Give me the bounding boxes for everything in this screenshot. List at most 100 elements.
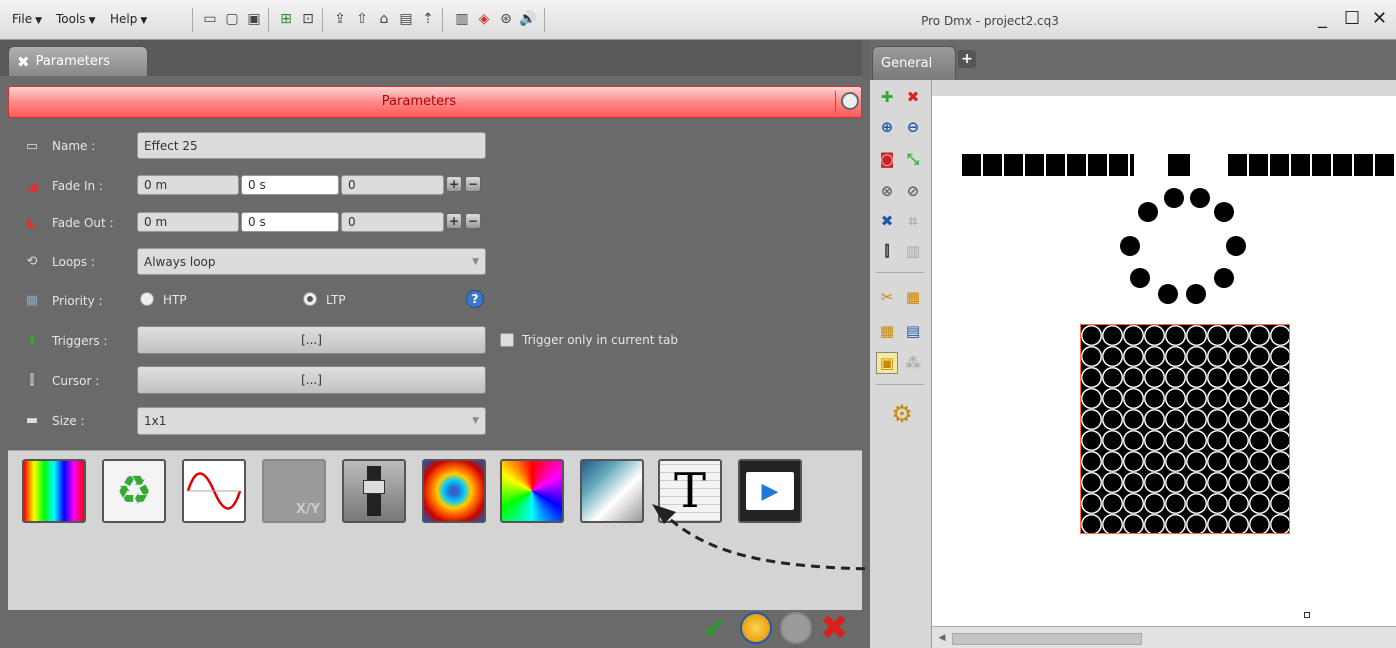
zoom-out-icon[interactable]: ⊖ — [902, 116, 924, 138]
import-icon[interactable]: ⇧ — [352, 9, 372, 29]
group-icon[interactable]: ▦ — [876, 320, 898, 342]
scroll-left-icon[interactable]: ◀ — [932, 627, 952, 648]
grid-icon[interactable]: ▦ — [902, 286, 924, 308]
tab-general[interactable]: General — [872, 46, 956, 80]
unlink-icon[interactable]: ⊘ — [902, 180, 924, 202]
color-picker-icon[interactable]: ◙ — [876, 148, 898, 170]
trigger-only-checkbox[interactable] — [500, 333, 514, 347]
sine-wave-icon[interactable] — [182, 459, 246, 523]
fade-out-plus-button[interactable]: + — [446, 213, 462, 229]
circle-fixture[interactable] — [1164, 188, 1184, 208]
film-reel-icon[interactable]: ⊛ — [496, 9, 516, 29]
circle-fixture[interactable] — [1190, 188, 1210, 208]
confirm-icon[interactable]: ✔ — [703, 612, 726, 645]
triggers-label: Triggers : — [52, 334, 108, 348]
horizontal-scrollbar[interactable]: ◀ — [932, 626, 1396, 648]
fixtures-icon[interactable]: ⚙ — [880, 398, 924, 430]
circle-fixture[interactable] — [1226, 236, 1246, 256]
speaker-icon[interactable]: 🔊 — [518, 9, 538, 29]
fade-out-minus-button[interactable]: − — [465, 213, 481, 229]
fader-icon[interactable] — [342, 459, 406, 523]
open-folder-icon[interactable]: ▢ — [222, 9, 242, 29]
random-icon[interactable]: ✂ — [876, 286, 898, 308]
circle-fixture[interactable] — [1214, 202, 1234, 222]
xy-label: X/Y — [295, 502, 320, 517]
undo-icon[interactable] — [740, 612, 772, 644]
cube-icon[interactable]: ◈ — [474, 9, 494, 29]
fade-in-minus-button[interactable]: − — [465, 176, 481, 192]
cursor-icon: ⫿ — [29, 372, 35, 388]
ruler-icon: ▬ — [25, 412, 39, 428]
equalizer-icon[interactable]: ▥ — [452, 9, 472, 29]
film-reel-icon[interactable] — [841, 92, 859, 110]
close-button[interactable]: ✕ — [1372, 8, 1387, 29]
move-icon[interactable]: ⤡ — [902, 148, 924, 170]
circle-fixture[interactable] — [1138, 202, 1158, 222]
color-spectrum-icon[interactable] — [22, 459, 86, 523]
fade-in-seconds-field[interactable]: 0 s — [241, 175, 339, 195]
circle-fixture[interactable] — [1158, 284, 1178, 304]
export-icon[interactable]: ⇪ — [330, 9, 350, 29]
upload-icon[interactable]: ⇡ — [418, 9, 438, 29]
building-icon[interactable]: ⌂ — [374, 9, 394, 29]
add-screen-icon[interactable]: ⊞ — [276, 9, 296, 29]
cancel-icon[interactable]: ✖ — [820, 608, 849, 648]
priority-htp-radio[interactable] — [140, 292, 154, 306]
spiral-icon[interactable] — [500, 459, 564, 523]
add-fixture-icon[interactable]: ✚ — [876, 86, 898, 108]
lock-icon[interactable]: ▣ — [876, 352, 898, 374]
zoom-in-icon[interactable]: ⊕ — [876, 116, 898, 138]
name-field[interactable]: Effect 25 — [137, 132, 486, 159]
title-bar: File ▼ Tools ▼ Help ▼ ▭ ▢ ▣ ⊞ ⊡ ⇪ ⇧ ⌂ ▤ ⇡ ▥… — [0, 0, 1396, 40]
fade-out-seconds-field[interactable]: 0 s — [241, 212, 339, 232]
scrollbar-thumb[interactable] — [952, 633, 1142, 645]
maximize-button[interactable]: ☐ — [1344, 8, 1360, 29]
save-icon[interactable]: ▣ — [244, 9, 264, 29]
ungroup-icon[interactable]: ▤ — [902, 320, 924, 342]
screen-icon[interactable]: ⊡ — [298, 9, 318, 29]
fixture-single[interactable] — [1168, 154, 1190, 176]
loops-select[interactable]: Always loop ▼ — [137, 248, 486, 275]
triggers-button[interactable]: [...] — [137, 326, 486, 354]
grid-disabled-icon: ▥ — [905, 242, 921, 260]
circle-fixture[interactable] — [1120, 236, 1140, 256]
radial-gradient-icon[interactable] — [422, 459, 486, 523]
tools-icon: ✖ — [17, 52, 30, 71]
help-icon[interactable]: ? — [466, 290, 484, 308]
delete-fixture-icon[interactable]: ✖ — [902, 86, 924, 108]
fixture-bar-right[interactable] — [1228, 154, 1396, 176]
separator — [322, 8, 323, 32]
cursor-button[interactable]: [...] — [137, 366, 486, 394]
recycle-icon[interactable]: ♻ — [102, 459, 166, 523]
menu-file[interactable]: File ▼ — [12, 12, 42, 26]
circle-fixture[interactable] — [1186, 284, 1206, 304]
panel-title: Parameters — [381, 94, 457, 109]
fixture-bar-left[interactable] — [962, 154, 1134, 176]
priority-ltp-radio[interactable] — [303, 292, 317, 306]
chevron-down-icon: ▼ — [472, 256, 479, 267]
tab-parameters[interactable]: ✖ Parameters — [8, 46, 148, 76]
circle-fixture[interactable] — [1130, 268, 1150, 288]
tools-icon[interactable]: ✖ — [876, 210, 898, 232]
priority-ltp-label: LTP — [326, 293, 346, 307]
size-select[interactable]: 1x1 ▼ — [137, 407, 486, 435]
menu-tools[interactable]: Tools ▼ — [56, 12, 95, 26]
cursor-icon[interactable]: ⫿ — [876, 240, 898, 262]
fade-in-minutes-field[interactable]: 0 m — [137, 175, 239, 195]
tab-general-label: General — [881, 56, 933, 71]
fade-out-fraction-field[interactable]: 0 — [341, 212, 444, 232]
new-file-icon[interactable]: ▭ — [200, 9, 220, 29]
fade-out-minutes-field[interactable]: 0 m — [137, 212, 239, 232]
link-icon[interactable]: ⊗ — [876, 180, 898, 202]
circle-fixture[interactable] — [1214, 268, 1234, 288]
minimize-button[interactable]: _ — [1318, 8, 1327, 29]
menu-help[interactable]: Help ▼ — [110, 12, 147, 26]
resize-handle[interactable] — [1304, 612, 1310, 618]
picture-icon[interactable] — [580, 459, 644, 523]
add-tab-button[interactable]: + — [958, 50, 976, 68]
sine-wave-svg — [186, 472, 242, 510]
fade-in-fraction-field[interactable]: 0 — [341, 175, 444, 195]
fade-in-plus-button[interactable]: + — [446, 176, 462, 192]
picture-icon[interactable]: ▤ — [396, 9, 416, 29]
matrix-fixture[interactable] — [1080, 324, 1290, 534]
